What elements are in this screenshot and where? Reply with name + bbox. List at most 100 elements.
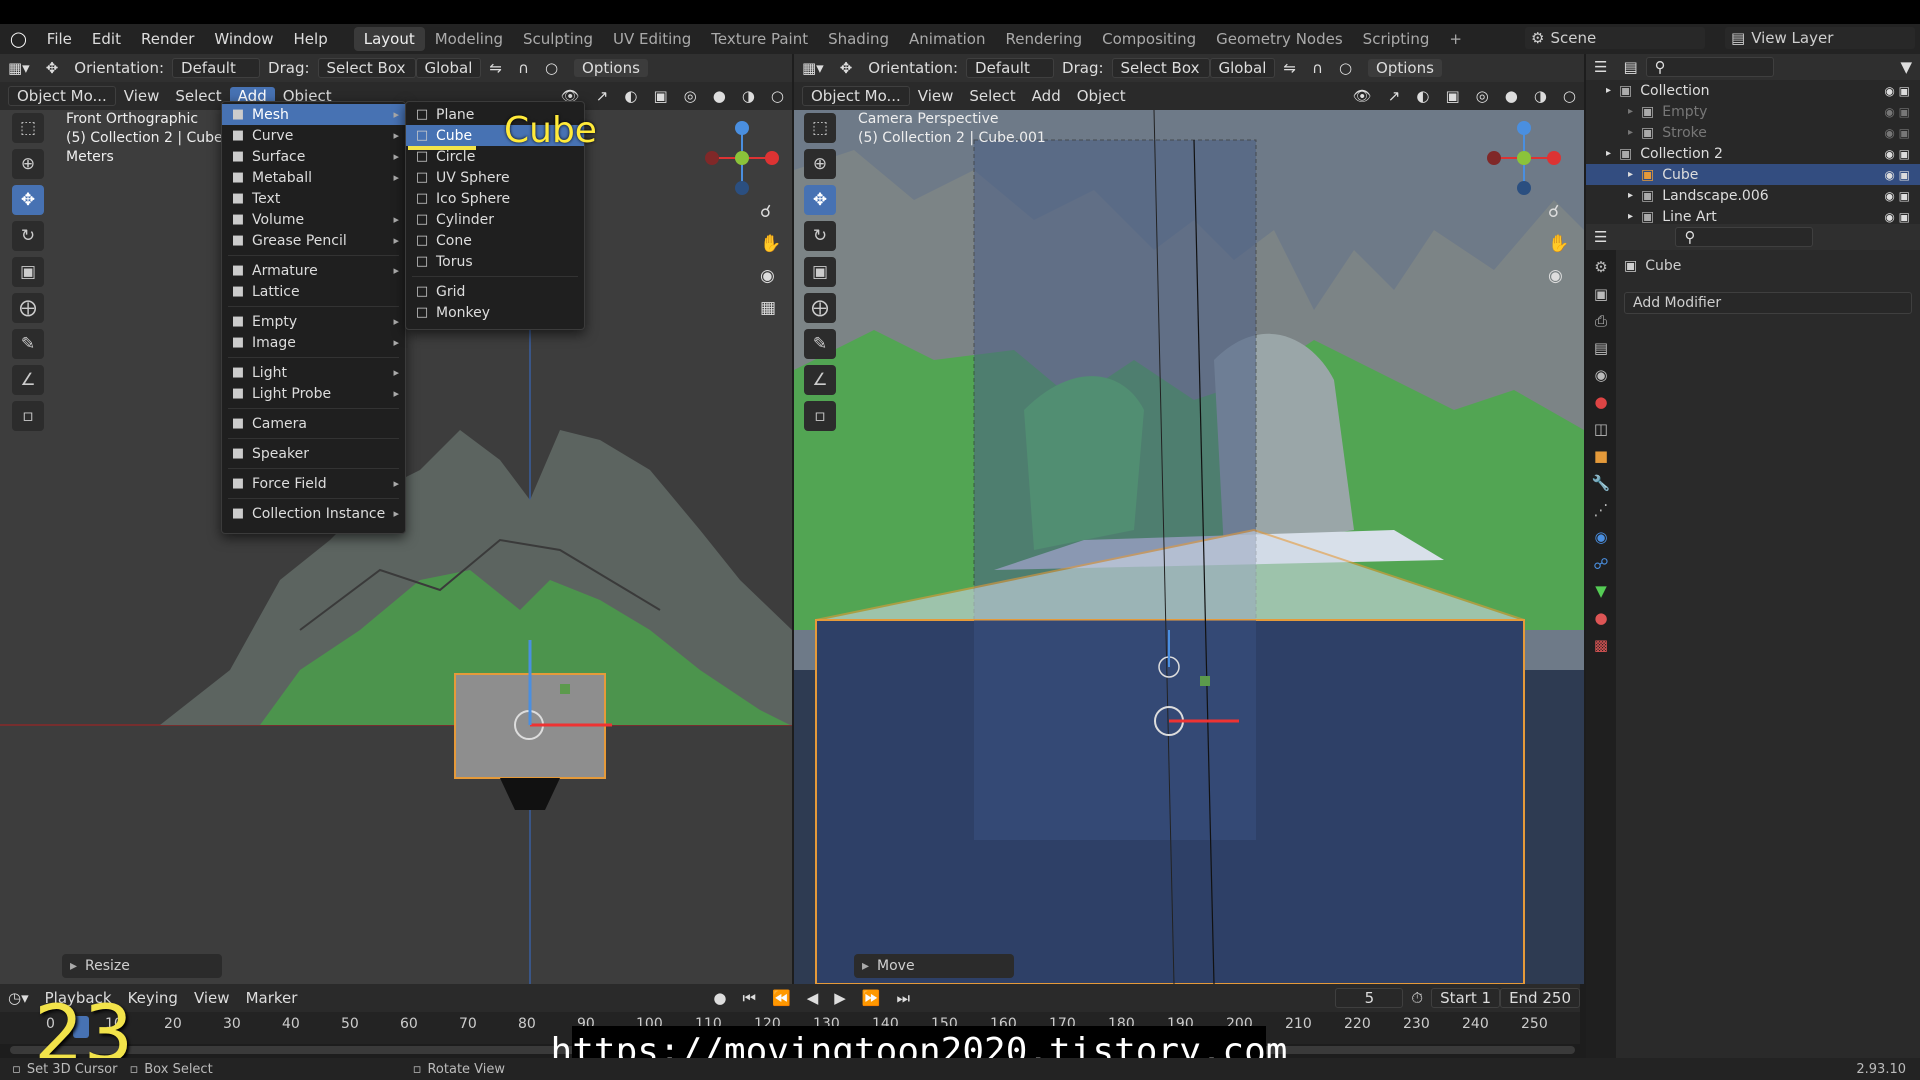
add-menu-item-mesh[interactable]: ■ Mesh ▸ bbox=[222, 104, 405, 125]
drag-dropdown[interactable]: Select Box bbox=[1111, 58, 1210, 78]
expand-arrow-icon[interactable]: ▸ bbox=[1628, 127, 1633, 138]
expand-arrow-icon[interactable]: ▸ bbox=[1606, 85, 1611, 96]
filter-icon[interactable]: ▼ bbox=[1892, 58, 1920, 76]
add-menu-item-grease-pencil[interactable]: ■ Grease Pencil ▸ bbox=[222, 230, 405, 251]
right-menu-add[interactable]: Add bbox=[1024, 87, 1069, 105]
shading-render-icon[interactable]: ○ bbox=[763, 87, 792, 105]
constraints-tab-icon[interactable]: ☍ bbox=[1593, 555, 1608, 573]
mesh-menu-item-ico-sphere[interactable]: □ Ico Sphere bbox=[406, 188, 584, 209]
add-menu-item-speaker[interactable]: ■ Speaker bbox=[222, 443, 405, 464]
add-menu-item-volume[interactable]: ■ Volume ▸ bbox=[222, 209, 405, 230]
add-menu-item-curve[interactable]: ■ Curve ▸ bbox=[222, 125, 405, 146]
camera-view-icon[interactable]: ◉ bbox=[1548, 266, 1569, 286]
expand-arrow-icon[interactable]: ▸ bbox=[1606, 148, 1611, 159]
object-mode-dropdown[interactable]: Object Mo... bbox=[8, 86, 116, 106]
expand-arrow-icon[interactable]: ▸ bbox=[1628, 169, 1633, 180]
select-box-tool-icon[interactable]: ⬚ bbox=[12, 113, 44, 143]
shading-solid-icon[interactable]: ● bbox=[1497, 87, 1526, 105]
add-cube-tool-icon[interactable]: ▫ bbox=[804, 401, 836, 431]
outliner-row-cube[interactable]: ▸ ▣ Cube ◉ ▣ bbox=[1586, 164, 1920, 185]
stopwatch-icon[interactable]: ⏱ bbox=[1403, 989, 1431, 1007]
options-button[interactable]: Options bbox=[574, 59, 648, 77]
workspace-tab-sculpting[interactable]: Sculpting bbox=[513, 27, 603, 51]
properties-editor-type-icon[interactable]: ☰ bbox=[1586, 228, 1615, 246]
annotate-tool-icon[interactable]: ✎ bbox=[12, 329, 44, 359]
zoom-icon[interactable]: ☌ bbox=[760, 202, 781, 222]
right-navigation-gizmo[interactable] bbox=[1484, 114, 1564, 204]
outliner-row-landscape-006[interactable]: ▸ ▣ Landscape.006 ◉ ▣ bbox=[1586, 185, 1920, 206]
visibility-toggle-icon[interactable]: ◉ ▣ bbox=[1884, 189, 1910, 203]
physics-tab-icon[interactable]: ◉ bbox=[1594, 528, 1607, 546]
menu-window[interactable]: Window bbox=[204, 30, 283, 48]
transform-tool-icon[interactable]: ⨁ bbox=[804, 293, 836, 323]
right-menu-select[interactable]: Select bbox=[961, 87, 1023, 105]
camera-view-icon[interactable]: ◉ bbox=[760, 266, 781, 286]
right-viewport[interactable]: ⬚ ⊕ ✥ ↻ ▣ ⨁ ✎ ∠ ▫ Camera Perspective (5)… bbox=[794, 110, 1584, 984]
last-operator-panel-resize[interactable]: ▸ Resize bbox=[62, 954, 222, 978]
texture-tab-icon[interactable]: ▩ bbox=[1594, 636, 1608, 654]
mesh-menu-item-uv-sphere[interactable]: □ UV Sphere bbox=[406, 167, 584, 188]
timeline-menu-view[interactable]: View bbox=[186, 989, 238, 1007]
editor-type-icon[interactable]: ▦▾ bbox=[794, 59, 832, 77]
pan-hand-icon[interactable]: ✋ bbox=[760, 234, 781, 254]
cursor-tool-icon[interactable]: ⊕ bbox=[12, 149, 44, 179]
snap-icon[interactable]: ∩ bbox=[510, 59, 537, 77]
jump-end-icon[interactable]: ⏭ bbox=[889, 989, 919, 1007]
left-menu-select[interactable]: Select bbox=[167, 87, 229, 105]
add-modifier-dropdown[interactable]: Add Modifier bbox=[1624, 292, 1912, 314]
shading-material-icon[interactable]: ◑ bbox=[1526, 87, 1555, 105]
annotate-tool-icon[interactable]: ✎ bbox=[804, 329, 836, 359]
shading-material-icon[interactable]: ◑ bbox=[734, 87, 763, 105]
data-tab-icon[interactable]: ▼ bbox=[1595, 582, 1607, 600]
outliner-row-stroke[interactable]: ▸ ▣ Stroke ◉ ▣ bbox=[1586, 122, 1920, 143]
last-operator-panel-move[interactable]: ▸ Move bbox=[854, 954, 1014, 978]
overlay-icon[interactable]: ◐ bbox=[616, 87, 645, 105]
transform-tool-icon[interactable]: ✥ bbox=[832, 59, 861, 77]
shading-wire-icon[interactable]: ◎ bbox=[1468, 87, 1497, 105]
outliner-display-mode-icon[interactable]: ▤ bbox=[1615, 58, 1645, 76]
visibility-toggle-icon[interactable]: ◉ ▣ bbox=[1884, 105, 1910, 119]
add-menu-item-light-probe[interactable]: ■ Light Probe ▸ bbox=[222, 383, 405, 404]
pan-hand-icon[interactable]: ✋ bbox=[1548, 234, 1569, 254]
scene-tab-icon[interactable]: ◉ bbox=[1594, 366, 1607, 384]
overlay-icon[interactable]: ◐ bbox=[1408, 87, 1437, 105]
transform-orientation-dropdown[interactable]: Global bbox=[1209, 58, 1276, 78]
workspace-tab-geometry-nodes[interactable]: Geometry Nodes bbox=[1206, 27, 1353, 51]
select-box-tool-icon[interactable]: ⬚ bbox=[804, 113, 836, 143]
prev-key-icon[interactable]: ⏪ bbox=[764, 989, 799, 1007]
outliner-row-empty[interactable]: ▸ ▣ Empty ◉ ▣ bbox=[1586, 101, 1920, 122]
grid-view-icon[interactable]: ▦ bbox=[760, 298, 781, 318]
measure-tool-icon[interactable]: ∠ bbox=[804, 365, 836, 395]
material-tab-icon[interactable]: ● bbox=[1594, 609, 1607, 627]
rotate-tool-icon[interactable]: ↻ bbox=[12, 221, 44, 251]
workspace-tab-modeling[interactable]: Modeling bbox=[425, 27, 513, 51]
add-menu-item-metaball[interactable]: ■ Metaball ▸ bbox=[222, 167, 405, 188]
mesh-menu-item-grid[interactable]: □ Grid bbox=[406, 281, 584, 302]
xray-icon[interactable]: ▣ bbox=[1437, 87, 1467, 105]
collection-tab-icon[interactable]: ◫ bbox=[1594, 420, 1608, 438]
shading-render-icon[interactable]: ○ bbox=[1555, 87, 1584, 105]
scale-tool-icon[interactable]: ▣ bbox=[804, 257, 836, 287]
menu-edit[interactable]: Edit bbox=[82, 30, 131, 48]
proportional-icon[interactable]: ○ bbox=[537, 59, 566, 77]
view-layer-selector[interactable]: ▤ View Layer bbox=[1725, 27, 1915, 49]
workspace-tab-uv-editing[interactable]: UV Editing bbox=[603, 27, 701, 51]
pivot-icon[interactable]: ⇋ bbox=[1275, 59, 1304, 77]
transform-tool-icon[interactable]: ⨁ bbox=[12, 293, 44, 323]
next-key-icon[interactable]: ⏩ bbox=[854, 989, 889, 1007]
workspace-tab-texture-paint[interactable]: Texture Paint bbox=[701, 27, 818, 51]
snap-icon[interactable]: ∩ bbox=[1304, 59, 1331, 77]
object-mode-dropdown[interactable]: Object Mo... bbox=[802, 86, 910, 106]
xray-icon[interactable]: ▣ bbox=[645, 87, 675, 105]
orientation-dropdown[interactable]: Default bbox=[966, 58, 1055, 78]
orientation-dropdown[interactable]: Default bbox=[172, 58, 261, 78]
outliner-row-collection[interactable]: ▸ ▣ Collection ◉ ▣ bbox=[1586, 80, 1920, 101]
visibility-icon[interactable]: 👁 bbox=[1345, 87, 1380, 105]
object-tab-icon[interactable]: ■ bbox=[1594, 447, 1608, 465]
add-menu-item-empty[interactable]: ■ Empty ▸ bbox=[222, 311, 405, 332]
outliner-search-input[interactable]: ⚲ bbox=[1645, 57, 1774, 77]
view-layer-tab-icon[interactable]: ▤ bbox=[1594, 339, 1608, 357]
blender-logo-icon[interactable]: ◯ bbox=[0, 30, 37, 48]
add-menu-item-collection-instance[interactable]: ■ Collection Instance ▸ bbox=[222, 503, 405, 524]
mesh-menu-item-cylinder[interactable]: □ Cylinder bbox=[406, 209, 584, 230]
